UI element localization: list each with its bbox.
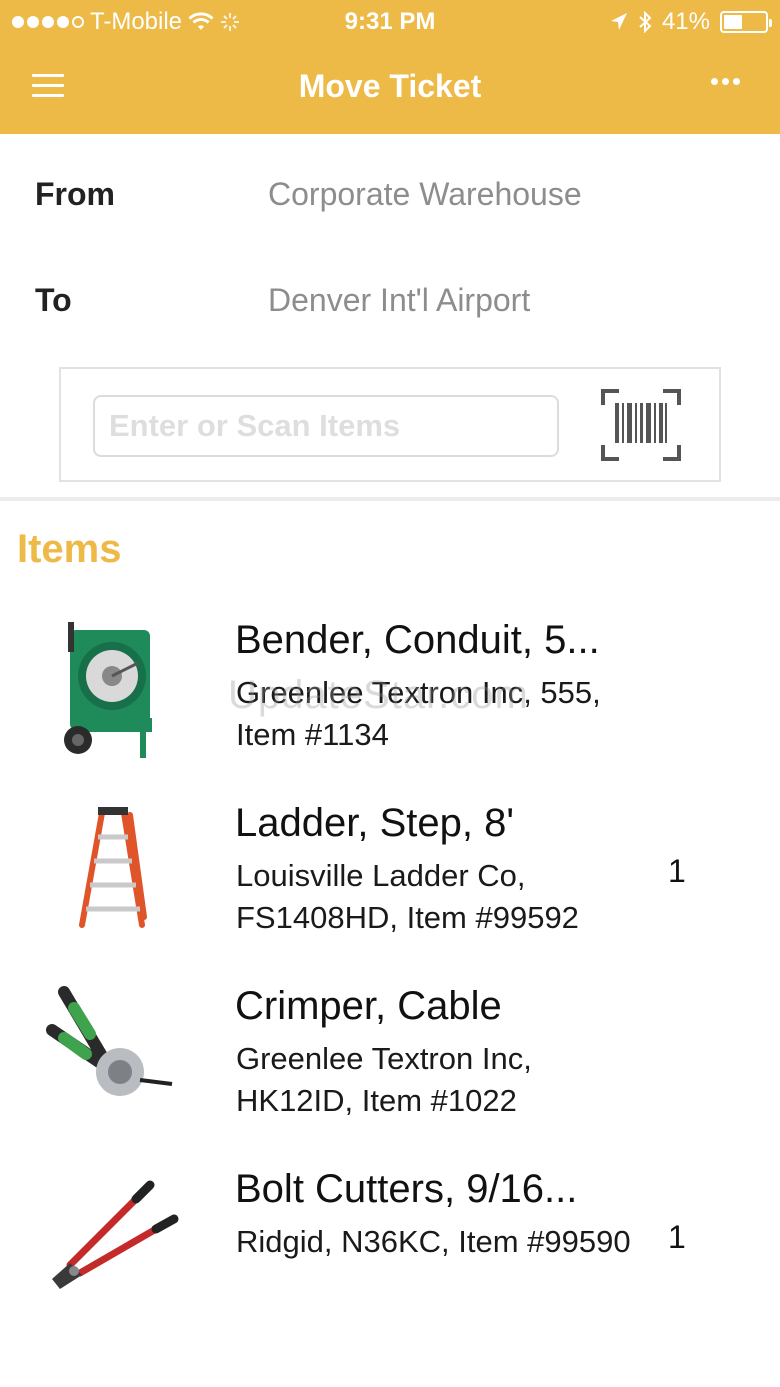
item-quantity: 1 <box>668 853 686 889</box>
barcode-scan-icon[interactable] <box>601 389 681 461</box>
scan-items-input[interactable] <box>93 395 559 457</box>
app-header: T-Mobile 9:31 PM 41% Move Ticket <box>0 0 780 134</box>
list-item[interactable]: Bender, Conduit, 5... Greenlee Textron I… <box>0 618 780 788</box>
battery-icon <box>720 11 772 33</box>
list-item[interactable]: Bolt Cutters, 9/16... Ridgid, N36KC, Ite… <box>0 1167 780 1337</box>
item-details: Ridgid, N36KC, Item #99590 <box>236 1224 631 1259</box>
battery-percent: 41% <box>661 8 710 35</box>
to-location-value[interactable]: Denver Int'l Airport <box>268 282 530 319</box>
item-details: Greenlee Textron Inc, 555, Item #1134 <box>236 675 601 752</box>
status-bar: T-Mobile 9:31 PM 41% <box>0 0 780 44</box>
conduit-bender-image <box>64 622 152 758</box>
to-label: To <box>35 282 72 318</box>
scan-items-panel <box>59 367 721 482</box>
page-title: Move Ticket <box>298 68 482 104</box>
section-divider <box>0 497 780 501</box>
hamburger-menu-icon[interactable] <box>32 74 64 98</box>
step-ladder-image <box>79 807 147 928</box>
from-label: From <box>35 176 115 212</box>
bolt-cutters-image <box>52 1180 179 1289</box>
status-right: 41% <box>610 8 772 36</box>
item-details: Greenlee Textron Inc, HK12ID, Item #1022 <box>236 1041 532 1118</box>
from-location-value[interactable]: Corporate Warehouse <box>268 176 582 213</box>
location-arrow-icon <box>610 13 627 30</box>
item-name: Ladder, Step, 8' <box>235 801 514 845</box>
list-item[interactable]: Ladder, Step, 8' Louisville Ladder Co, F… <box>0 801 780 971</box>
item-name: Crimper, Cable <box>235 984 502 1028</box>
item-details: Louisville Ladder Co, FS1408HD, Item #99… <box>236 858 579 935</box>
more-options-icon[interactable] <box>711 78 740 85</box>
item-name: Bender, Conduit, 5... <box>235 618 600 662</box>
cable-crimper-image <box>46 986 173 1096</box>
bluetooth-icon <box>639 11 652 33</box>
item-quantity: 1 <box>668 1219 686 1255</box>
item-name: Bolt Cutters, 9/16... <box>235 1167 578 1211</box>
list-item[interactable]: Crimper, Cable Greenlee Textron Inc, HK1… <box>0 984 780 1154</box>
items-section-title: Items <box>17 527 122 571</box>
